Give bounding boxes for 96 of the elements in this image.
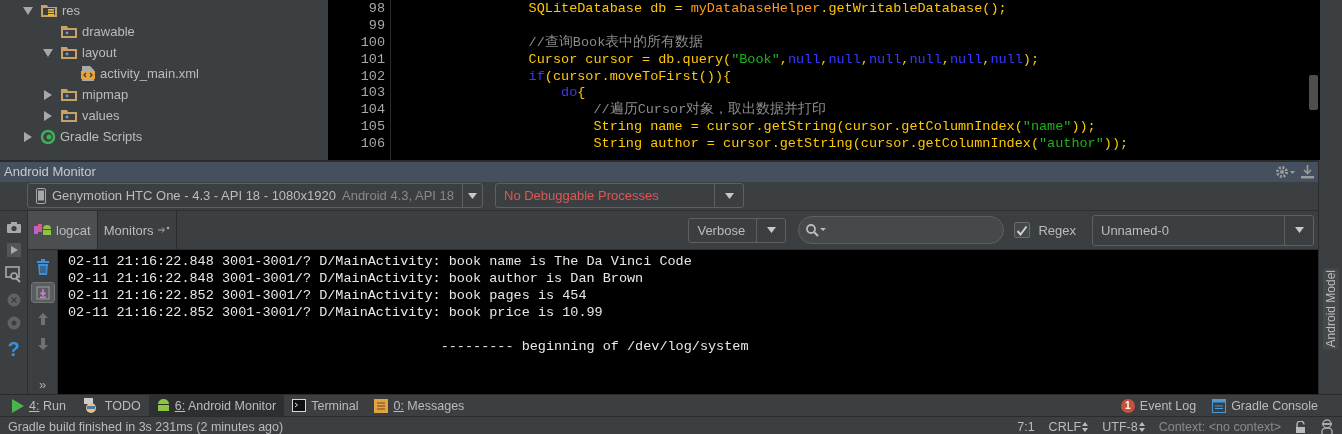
help-icon[interactable]: ? xyxy=(7,339,20,359)
code-line: //查询Book表中的所有数据 xyxy=(527,34,704,50)
device-dropdown[interactable]: Genymotion HTC One - 4.3 - API 18 - 1080x1920 Android 4.3, API 18 xyxy=(27,183,483,209)
caret-icon xyxy=(724,192,734,199)
folder-icon xyxy=(60,24,78,39)
log-line: 02-11 21:16:22.848 3001-3001/? D/MainActivity: book name is The Da Vinci Code xyxy=(68,254,692,269)
side-tab[interactable]: Android Model xyxy=(1322,268,1339,350)
code-line: do{ xyxy=(560,85,586,101)
down-arrow-icon xyxy=(36,338,49,351)
scrollbar-thumb[interactable] xyxy=(1309,75,1318,110)
line-number: 106 xyxy=(360,136,386,152)
folder-icon xyxy=(40,3,58,18)
tree-item[interactable]: layout xyxy=(82,45,117,60)
tool-window-button[interactable]: 0: Messages xyxy=(366,395,473,416)
code-line: String author = cursor.getString(cursor.getColumnIndex("author")); xyxy=(592,136,1129,152)
settings-icon[interactable] xyxy=(1275,164,1295,179)
up-down-icon xyxy=(1138,421,1145,432)
log-level-dropdown[interactable]: Verbose xyxy=(688,217,787,243)
up-down-icon xyxy=(1082,421,1089,432)
process-dropdown[interactable]: No Debuggable Processes xyxy=(495,183,744,209)
expanded-arrow-icon[interactable] xyxy=(23,6,33,15)
caret-position[interactable]: 7:1 xyxy=(1017,419,1035,434)
xml-file-icon xyxy=(80,65,96,82)
console-icon xyxy=(1212,398,1227,413)
android-icon xyxy=(34,224,52,236)
notification-badge: 1 xyxy=(1120,398,1135,413)
tree-item[interactable]: activity_main.xml xyxy=(100,66,199,81)
code-line: String name = cursor.getString(cursor.getColumnIndex("name")); xyxy=(592,119,1096,135)
tool-window-button[interactable]: 6: Android Monitor xyxy=(148,395,285,416)
caret-icon xyxy=(468,192,477,199)
tool-window-button[interactable]: Terminal xyxy=(284,395,367,416)
line-number: 101 xyxy=(360,51,386,67)
line-separator-selector[interactable]: CRLF xyxy=(1048,419,1089,434)
line-number: 98 xyxy=(368,1,386,16)
more-button[interactable]: » xyxy=(31,375,54,394)
tree-item[interactable]: res xyxy=(62,3,81,18)
collapsed-arrow-icon[interactable] xyxy=(24,131,32,142)
trash-icon xyxy=(35,258,50,275)
tool-window-button[interactable]: TODO xyxy=(73,395,149,416)
android-icon xyxy=(156,398,170,413)
tool-window-button[interactable]: Gradle Console xyxy=(1204,395,1326,416)
tool-window-button[interactable]: 4: Run xyxy=(4,395,74,416)
panel-title: Android Monitor xyxy=(4,164,97,180)
device-name: Genymotion HTC One - 4.3 - API 18 - 1080x1920 xyxy=(52,188,336,204)
log-line: 02-11 21:16:22.848 3001-3001/? D/MainActivity: book author is Dan Brown xyxy=(68,271,644,286)
line-number: 100 xyxy=(360,34,386,50)
tree-item[interactable]: drawable xyxy=(82,24,135,39)
tree-item[interactable]: Gradle Scripts xyxy=(60,129,143,144)
messages-icon xyxy=(374,398,389,413)
camera-icon[interactable] xyxy=(5,221,22,234)
tool-window-button[interactable]: 1 Event Log xyxy=(1112,395,1205,416)
code-line: SQLiteDatabase db = myDatabaseHelper.getWritableDatabase(); xyxy=(527,1,1007,16)
folder-icon xyxy=(60,45,78,60)
download-icon[interactable] xyxy=(1301,164,1314,179)
device-detail: Android 4.3, API 18 xyxy=(342,188,454,204)
up-arrow-icon xyxy=(36,312,49,325)
checkmark-icon xyxy=(1016,224,1029,236)
line-number: 99 xyxy=(368,17,386,33)
scroll-to-end-button[interactable] xyxy=(31,283,54,302)
play-icon[interactable] xyxy=(6,243,21,257)
phone-icon xyxy=(36,187,46,204)
regex-checkbox[interactable]: Regex xyxy=(1014,222,1076,238)
pin-icon xyxy=(157,226,170,234)
folder-icon xyxy=(60,87,78,102)
run-icon xyxy=(12,398,24,413)
tree-item[interactable]: values xyxy=(82,108,120,123)
collapsed-arrow-icon[interactable] xyxy=(44,110,52,121)
context-label: Context: <no context> xyxy=(1158,419,1281,434)
screen-search-icon[interactable] xyxy=(4,266,23,284)
caret-icon xyxy=(1294,227,1304,233)
status-message: Gradle build finished in 3s 231ms (2 minutes ago) xyxy=(8,419,284,434)
line-number: 105 xyxy=(360,119,386,135)
log-line: 02-11 21:16:22.852 3001-3001/? D/MainActivity: book pages is 454 xyxy=(68,288,587,303)
tree-item[interactable]: mipmap xyxy=(82,87,129,102)
code-line: Cursor cursor = db.query("Book",null,null,null,null,null,null); xyxy=(527,51,1040,67)
encoding-selector[interactable]: UTF-8 xyxy=(1102,419,1145,434)
search-field[interactable] xyxy=(798,216,1005,244)
log-separator: --------- beginning of /dev/log/system xyxy=(440,339,749,354)
scroll-end-icon xyxy=(35,285,50,300)
expanded-arrow-icon[interactable] xyxy=(43,48,53,57)
terminal-icon xyxy=(292,399,307,412)
code-line: if(cursor.moveToFirst()){ xyxy=(527,68,732,84)
filter-dropdown[interactable]: Unnamed-0 xyxy=(1092,214,1314,246)
gradle-icon xyxy=(40,128,56,145)
log-line: 02-11 21:16:22.852 3001-3001/? D/MainActivity: book price is 10.99 xyxy=(68,305,603,320)
line-number: 102 xyxy=(360,68,386,84)
tab[interactable]: logcat xyxy=(28,211,98,249)
folder-icon xyxy=(60,108,78,123)
inspector-icon[interactable] xyxy=(1320,418,1334,434)
search-icon[interactable] xyxy=(805,223,828,237)
caret-icon xyxy=(766,227,776,233)
line-number: 104 xyxy=(360,102,386,118)
line-number: 103 xyxy=(360,85,386,101)
lock-icon[interactable] xyxy=(1295,420,1306,433)
collapsed-arrow-icon[interactable] xyxy=(44,89,52,100)
code-line: //遍历Cursor对象，取出数据并打印 xyxy=(592,102,827,118)
